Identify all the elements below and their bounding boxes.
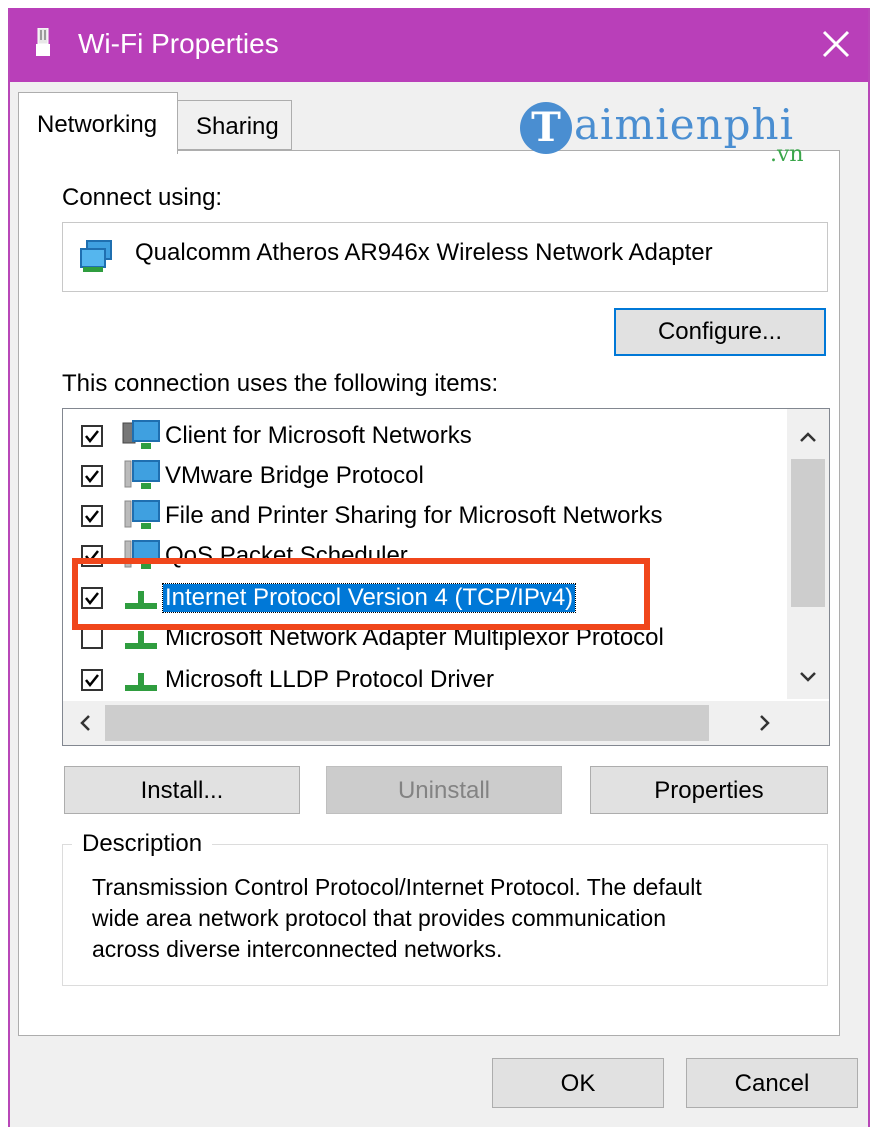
protocol-icon [125, 591, 157, 609]
title-bar[interactable]: Wi-Fi Properties [10, 8, 868, 82]
item-label: QoS Packet Scheduler [165, 542, 408, 569]
connect-using-label: Connect using: [62, 184, 223, 211]
checkmark-icon [85, 510, 99, 524]
item-checkbox[interactable] [81, 669, 103, 691]
install-button[interactable]: Install... [64, 766, 300, 814]
scroll-up-icon[interactable] [788, 417, 828, 457]
adapter-field: Qualcomm Atheros AR946x Wireless Network… [62, 222, 828, 292]
network-service-icon [124, 500, 160, 529]
watermark-logo: T aimienphi .vn [520, 96, 820, 168]
item-checkbox[interactable] [81, 545, 103, 567]
item-label: Microsoft LLDP Protocol Driver [165, 666, 494, 693]
item-checkbox[interactable] [81, 425, 103, 447]
description-line: Transmission Control Protocol/Internet P… [92, 874, 702, 900]
item-label: Microsoft Network Adapter Multiplexor Pr… [165, 624, 664, 651]
item-label: File and Printer Sharing for Microsoft N… [165, 502, 663, 529]
item-checkbox[interactable] [81, 627, 103, 649]
tab-networking[interactable]: Networking [18, 92, 178, 154]
description-text: Transmission Control Protocol/Internet P… [92, 872, 812, 965]
list-item[interactable]: Client for Microsoft Networks [63, 417, 783, 457]
ok-button[interactable]: OK [492, 1058, 664, 1108]
item-checkbox[interactable] [81, 505, 103, 527]
item-label: Client for Microsoft Networks [165, 422, 472, 449]
adapter-name: Qualcomm Atheros AR946x Wireless Network… [135, 239, 713, 266]
network-service-icon [124, 460, 160, 489]
list-item[interactable]: Microsoft LLDP Protocol Driver [63, 661, 783, 701]
list-item[interactable]: VMware Bridge Protocol [63, 457, 783, 497]
scroll-down-icon[interactable] [788, 657, 828, 697]
protocol-icon [125, 673, 157, 691]
network-service-icon [124, 540, 160, 569]
close-icon[interactable] [816, 24, 856, 64]
list-item-selected[interactable]: Internet Protocol Version 4 (TCP/IPv4) [63, 579, 783, 619]
scroll-left-icon[interactable] [65, 703, 105, 743]
properties-button[interactable]: Properties [590, 766, 828, 814]
vertical-scroll-thumb[interactable] [791, 459, 825, 607]
item-label: VMware Bridge Protocol [165, 462, 424, 489]
items-label: This connection uses the following items… [62, 370, 499, 397]
description-legend: Description [72, 830, 213, 858]
window-title: Wi-Fi Properties [78, 28, 279, 59]
description-line: wide area network protocol that provides… [92, 905, 667, 931]
checkmark-icon [85, 550, 99, 564]
list-item[interactable]: Microsoft Network Adapter Multiplexor Pr… [63, 619, 783, 659]
checkmark-icon [85, 674, 99, 688]
description-line: across diverse interconnected networks. [92, 936, 503, 962]
checkmark-icon [85, 592, 99, 606]
cancel-button[interactable]: Cancel [686, 1058, 858, 1108]
vertical-scrollbar[interactable] [787, 409, 829, 699]
item-checkbox[interactable] [81, 587, 103, 609]
network-client-icon [122, 420, 160, 449]
checkmark-icon [85, 470, 99, 484]
configure-button[interactable]: Configure... [614, 308, 826, 356]
checkmark-icon [85, 430, 99, 444]
list-item[interactable]: QoS Packet Scheduler [63, 537, 783, 577]
item-checkbox[interactable] [81, 465, 103, 487]
watermark-suffix: .vn [770, 142, 804, 167]
wifi-adapter-icon [36, 28, 50, 56]
protocol-icon [125, 631, 157, 649]
uninstall-button[interactable]: Uninstall [326, 766, 562, 814]
items-listbox[interactable]: Client for Microsoft Networks VMware Bri… [62, 408, 830, 746]
item-label: Internet Protocol Version 4 (TCP/IPv4) [161, 583, 577, 613]
watermark-initial: T [520, 102, 572, 154]
list-item[interactable]: File and Printer Sharing for Microsoft N… [63, 497, 783, 537]
watermark-text: aimienphi [574, 100, 795, 149]
scroll-right-icon[interactable] [745, 703, 785, 743]
horizontal-scrollbar[interactable] [63, 701, 829, 745]
tab-sharing[interactable]: Sharing [178, 100, 292, 150]
network-adapter-icon [80, 240, 112, 272]
horizontal-scroll-thumb[interactable] [105, 705, 709, 741]
